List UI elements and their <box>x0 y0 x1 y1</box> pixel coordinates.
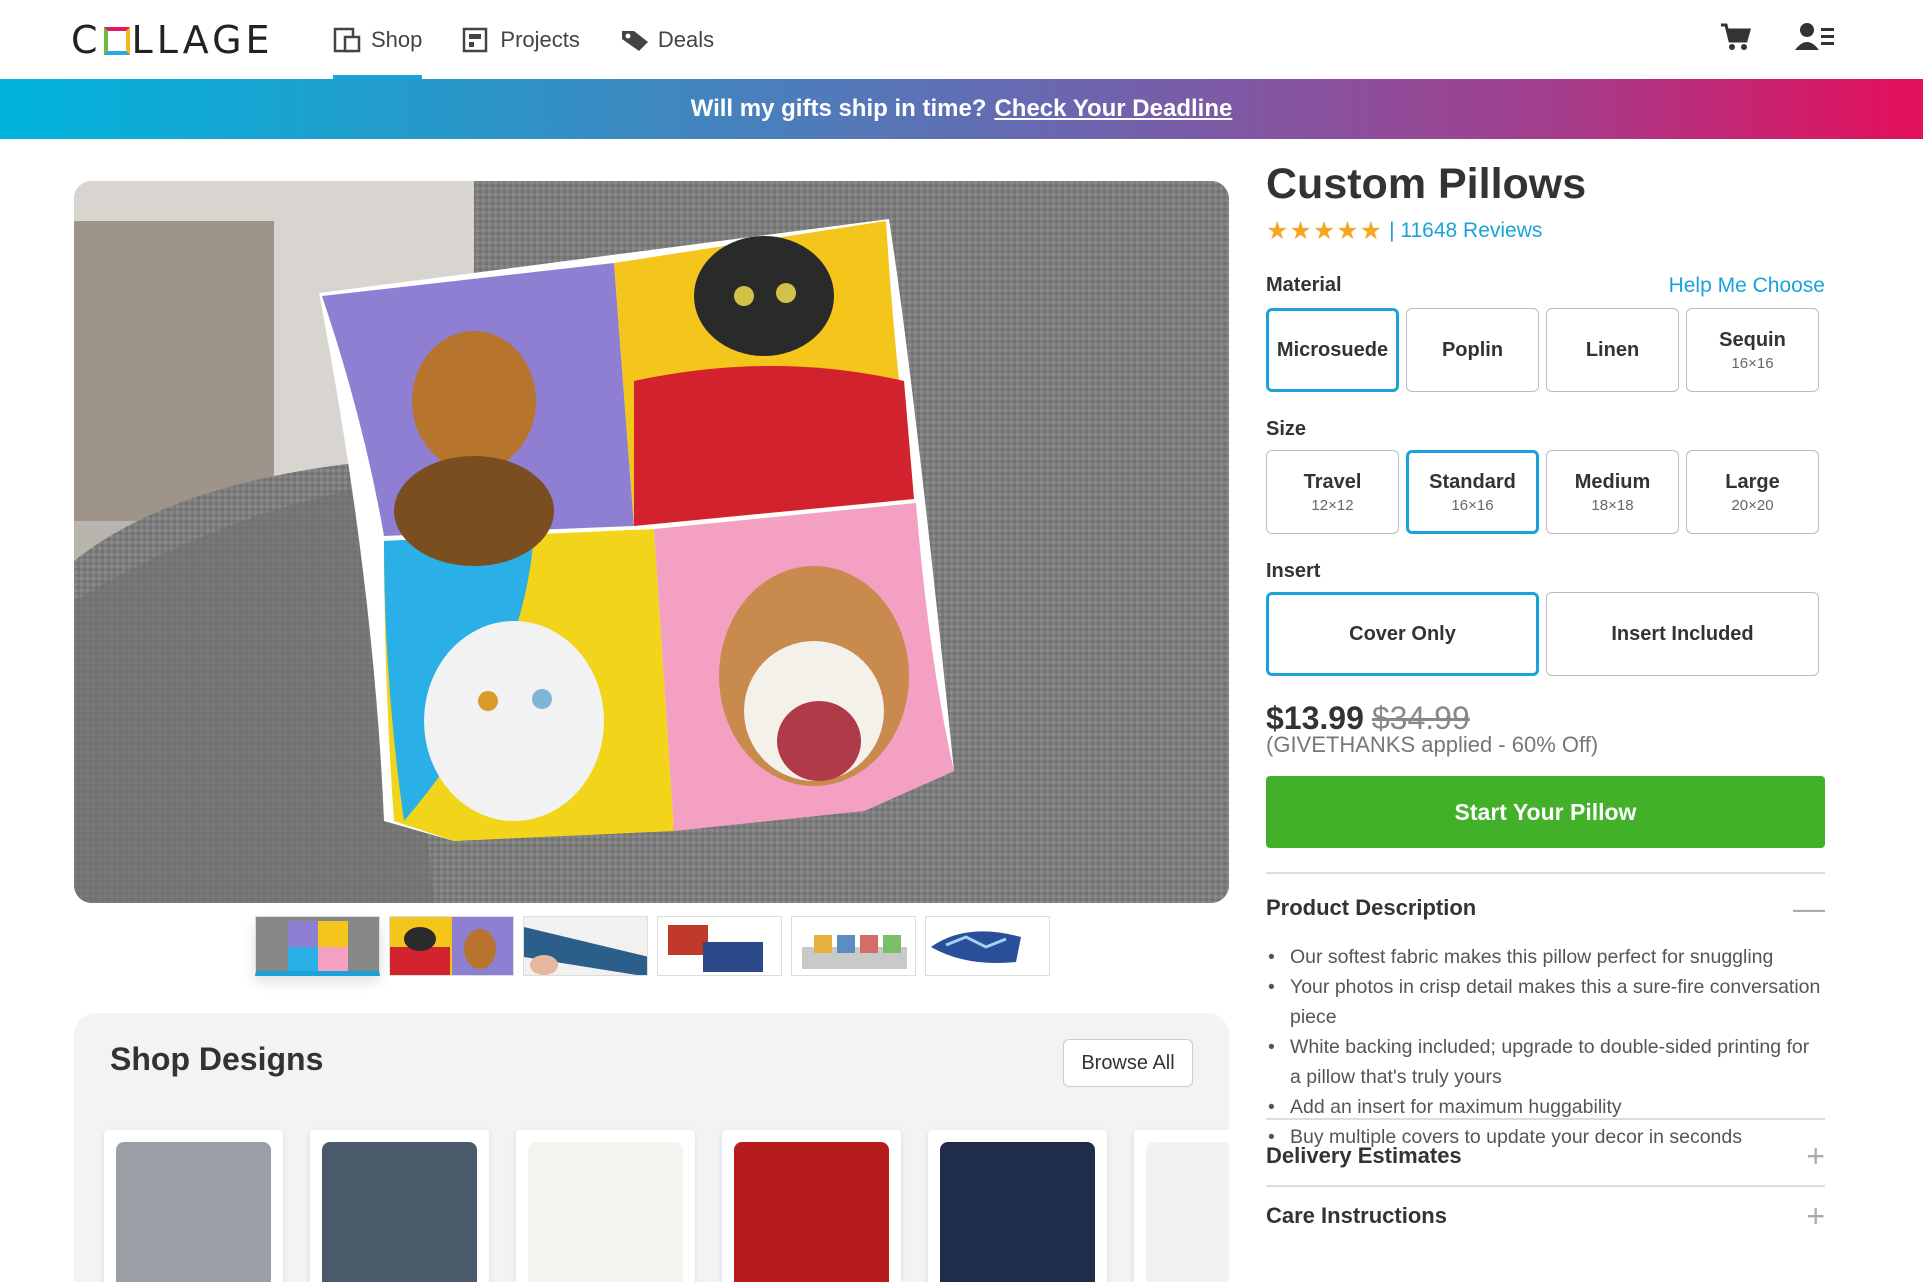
gallery-thumb[interactable] <box>523 916 648 976</box>
help-me-choose-link[interactable]: Help Me Choose <box>1669 274 1825 298</box>
collapse-icon[interactable]: — <box>1793 892 1825 924</box>
design-card[interactable] <box>928 1130 1107 1282</box>
check-deadline-link[interactable]: Check Your Deadline <box>994 95 1232 123</box>
material-option[interactable]: Microsuede <box>1266 308 1399 392</box>
gallery-thumb[interactable] <box>791 916 916 976</box>
account-icon[interactable] <box>1795 20 1834 54</box>
product-description-header[interactable]: Product Description — <box>1266 892 1825 924</box>
list-item: Your photos in crisp detail makes this a… <box>1266 972 1825 1032</box>
list-item: Our softest fabric makes this pillow per… <box>1266 942 1825 972</box>
site-header: C LLAGE Shop Projects Deals <box>0 0 1923 79</box>
insert-label: Insert <box>1266 560 1321 582</box>
material-option[interactable]: Sequin 16×16 <box>1686 308 1819 392</box>
design-card[interactable] <box>104 1130 283 1282</box>
design-card[interactable] <box>1134 1130 1229 1282</box>
design-card[interactable] <box>516 1130 695 1282</box>
size-option[interactable]: Large 20×20 <box>1686 450 1819 534</box>
insert-option[interactable]: Cover Only <box>1266 592 1539 676</box>
design-card[interactable] <box>310 1130 489 1282</box>
material-option[interactable]: Poplin <box>1406 308 1539 392</box>
nav-projects[interactable]: Projects <box>462 0 580 79</box>
collage-logo[interactable]: C LLAGE <box>71 18 274 62</box>
tag-icon <box>620 27 648 53</box>
main-nav: Shop Projects Deals <box>333 0 754 79</box>
projects-icon <box>462 27 490 53</box>
gallery-thumb[interactable] <box>925 916 1050 976</box>
delivery-estimates-title: Delivery Estimates <box>1266 1143 1462 1168</box>
size-option[interactable]: Travel 12×12 <box>1266 450 1399 534</box>
nav-shop[interactable]: Shop <box>333 0 423 79</box>
original-price: $34.99 <box>1371 700 1470 736</box>
banner-text: Will my gifts ship in time? <box>690 95 987 122</box>
shop-designs-section: Shop Designs Browse All <box>74 1013 1229 1282</box>
shop-icon <box>333 27 361 53</box>
nav-deals[interactable]: Deals <box>620 0 714 79</box>
material-option[interactable]: Linen <box>1546 308 1679 392</box>
product-hero-image <box>74 181 1229 903</box>
nav-shop-label: Shop <box>371 26 423 52</box>
divider <box>1266 1118 1825 1120</box>
divider <box>1266 1185 1825 1187</box>
material-options: Microsuede Poplin Linen Sequin 16×16 <box>1266 308 1819 392</box>
size-label: Size <box>1266 418 1307 440</box>
sale-price: $13.99 <box>1266 700 1364 736</box>
divider <box>1266 872 1825 874</box>
rating: ★★★★★ | 11648 Reviews <box>1266 216 1542 246</box>
cart-icon[interactable] <box>1719 20 1753 54</box>
size-option[interactable]: Medium 18×18 <box>1546 450 1679 534</box>
size-options: Travel 12×12 Standard 16×16 Medium 18×18 La… <box>1266 450 1819 534</box>
material-label: Material <box>1266 274 1342 296</box>
product-title: Custom Pillows <box>1266 160 1587 208</box>
shop-designs-title: Shop Designs <box>110 1041 324 1077</box>
nav-deals-label: Deals <box>657 26 715 52</box>
start-your-pillow-button[interactable]: Start Your Pillow <box>1266 776 1825 848</box>
expand-icon[interactable]: + <box>1806 1140 1825 1172</box>
gallery-thumb[interactable] <box>255 916 380 976</box>
star-rating-icon: ★★★★★ <box>1266 217 1384 245</box>
design-card[interactable] <box>722 1130 901 1282</box>
nav-projects-label: Projects <box>500 26 580 52</box>
list-item: White backing included; upgrade to doubl… <box>1266 1032 1825 1092</box>
shipping-banner: Will my gifts ship in time? Check Your D… <box>0 79 1923 139</box>
insert-options: Cover Only Insert Included <box>1266 592 1819 676</box>
insert-option[interactable]: Insert Included <box>1546 592 1819 676</box>
delivery-estimates-header[interactable]: Delivery Estimates + <box>1266 1140 1825 1172</box>
gallery-thumb[interactable] <box>657 916 782 976</box>
gallery-thumb[interactable] <box>389 916 514 976</box>
product-description-title: Product Description <box>1266 895 1477 920</box>
care-instructions-header[interactable]: Care Instructions + <box>1266 1200 1825 1232</box>
care-instructions-title: Care Instructions <box>1266 1203 1447 1228</box>
gallery-thumbnails <box>255 916 1050 976</box>
promo-text: (GIVETHANKS applied - 60% Off) <box>1266 732 1599 757</box>
description-list: Our softest fabric makes this pillow per… <box>1266 942 1825 1152</box>
expand-icon[interactable]: + <box>1806 1200 1825 1232</box>
size-option[interactable]: Standard 16×16 <box>1406 450 1539 534</box>
browse-all-button[interactable]: Browse All <box>1063 1039 1193 1087</box>
reviews-link[interactable]: | 11648 Reviews <box>1389 219 1542 243</box>
